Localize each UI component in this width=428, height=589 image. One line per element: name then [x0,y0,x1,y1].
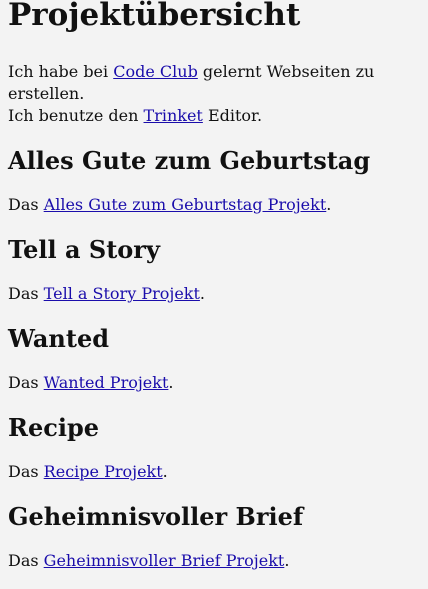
code-club-link[interactable]: Code Club [113,62,198,81]
intro-line1-before: Ich habe bei [8,62,114,81]
section-recipe: Recipe Das Recipe Projekt. [8,413,420,483]
section-prefix: Das [8,195,44,214]
section-wanted: Wanted Das Wanted Projekt. [8,324,420,394]
section-suffix: . [162,462,168,481]
section-text: Das Alles Gute zum Geburtstag Projekt. [8,194,420,216]
section-text: Das Tell a Story Projekt. [8,283,420,305]
project-link-geheimnisvoller-brief[interactable]: Geheimnisvoller Brief Projekt [44,551,285,570]
intro-line2-before: Ich benutze den [8,106,144,125]
section-tell-a-story: Tell a Story Das Tell a Story Projekt. [8,235,420,305]
section-suffix: . [326,195,332,214]
section-suffix: . [284,551,290,570]
section-suffix: . [168,373,174,392]
section-prefix: Das [8,551,44,570]
section-prefix: Das [8,462,44,481]
page-title: Projektübersicht [8,0,301,33]
trinket-link[interactable]: Trinket [144,106,203,125]
section-text: Das Recipe Projekt. [8,461,420,483]
project-link-recipe[interactable]: Recipe Projekt [44,462,163,481]
intro-line2-after: Editor. [202,106,263,125]
section-suffix: . [199,284,206,303]
intro-line-1: Ich habe bei Code Club gelernt Webseiten… [8,61,420,105]
section-heading: Geheimnisvoller Brief [8,502,304,531]
intro: Ich habe bei Code Club gelernt Webseiten… [8,61,420,127]
section-heading: Wanted [8,324,110,353]
project-link-geburtstag[interactable]: Alles Gute zum Geburtstag Projekt [44,195,327,214]
intro-line-2: Ich benutze den Trinket Editor. [8,105,420,127]
section-heading: Tell a Story [8,235,160,264]
section-geburtstag: Alles Gute zum Geburtstag Das Alles Gute… [8,146,420,216]
section-geheimnisvoller-brief: Geheimnisvoller Brief Das Geheimnisvolle… [8,502,420,572]
section-text: Das Wanted Projekt. [8,372,420,394]
project-link-tell-a-story[interactable]: Tell a Story Projekt [44,284,200,303]
page: Projektübersicht Ich habe bei Code Club … [0,0,428,572]
section-prefix: Das [8,373,44,392]
section-heading: Alles Gute zum Geburtstag [8,146,371,175]
section-text: Das Geheimnisvoller Brief Projekt. [8,550,420,572]
project-link-wanted[interactable]: Wanted Projekt [44,373,169,392]
section-prefix: Das [8,284,44,303]
section-heading: Recipe [8,413,99,442]
